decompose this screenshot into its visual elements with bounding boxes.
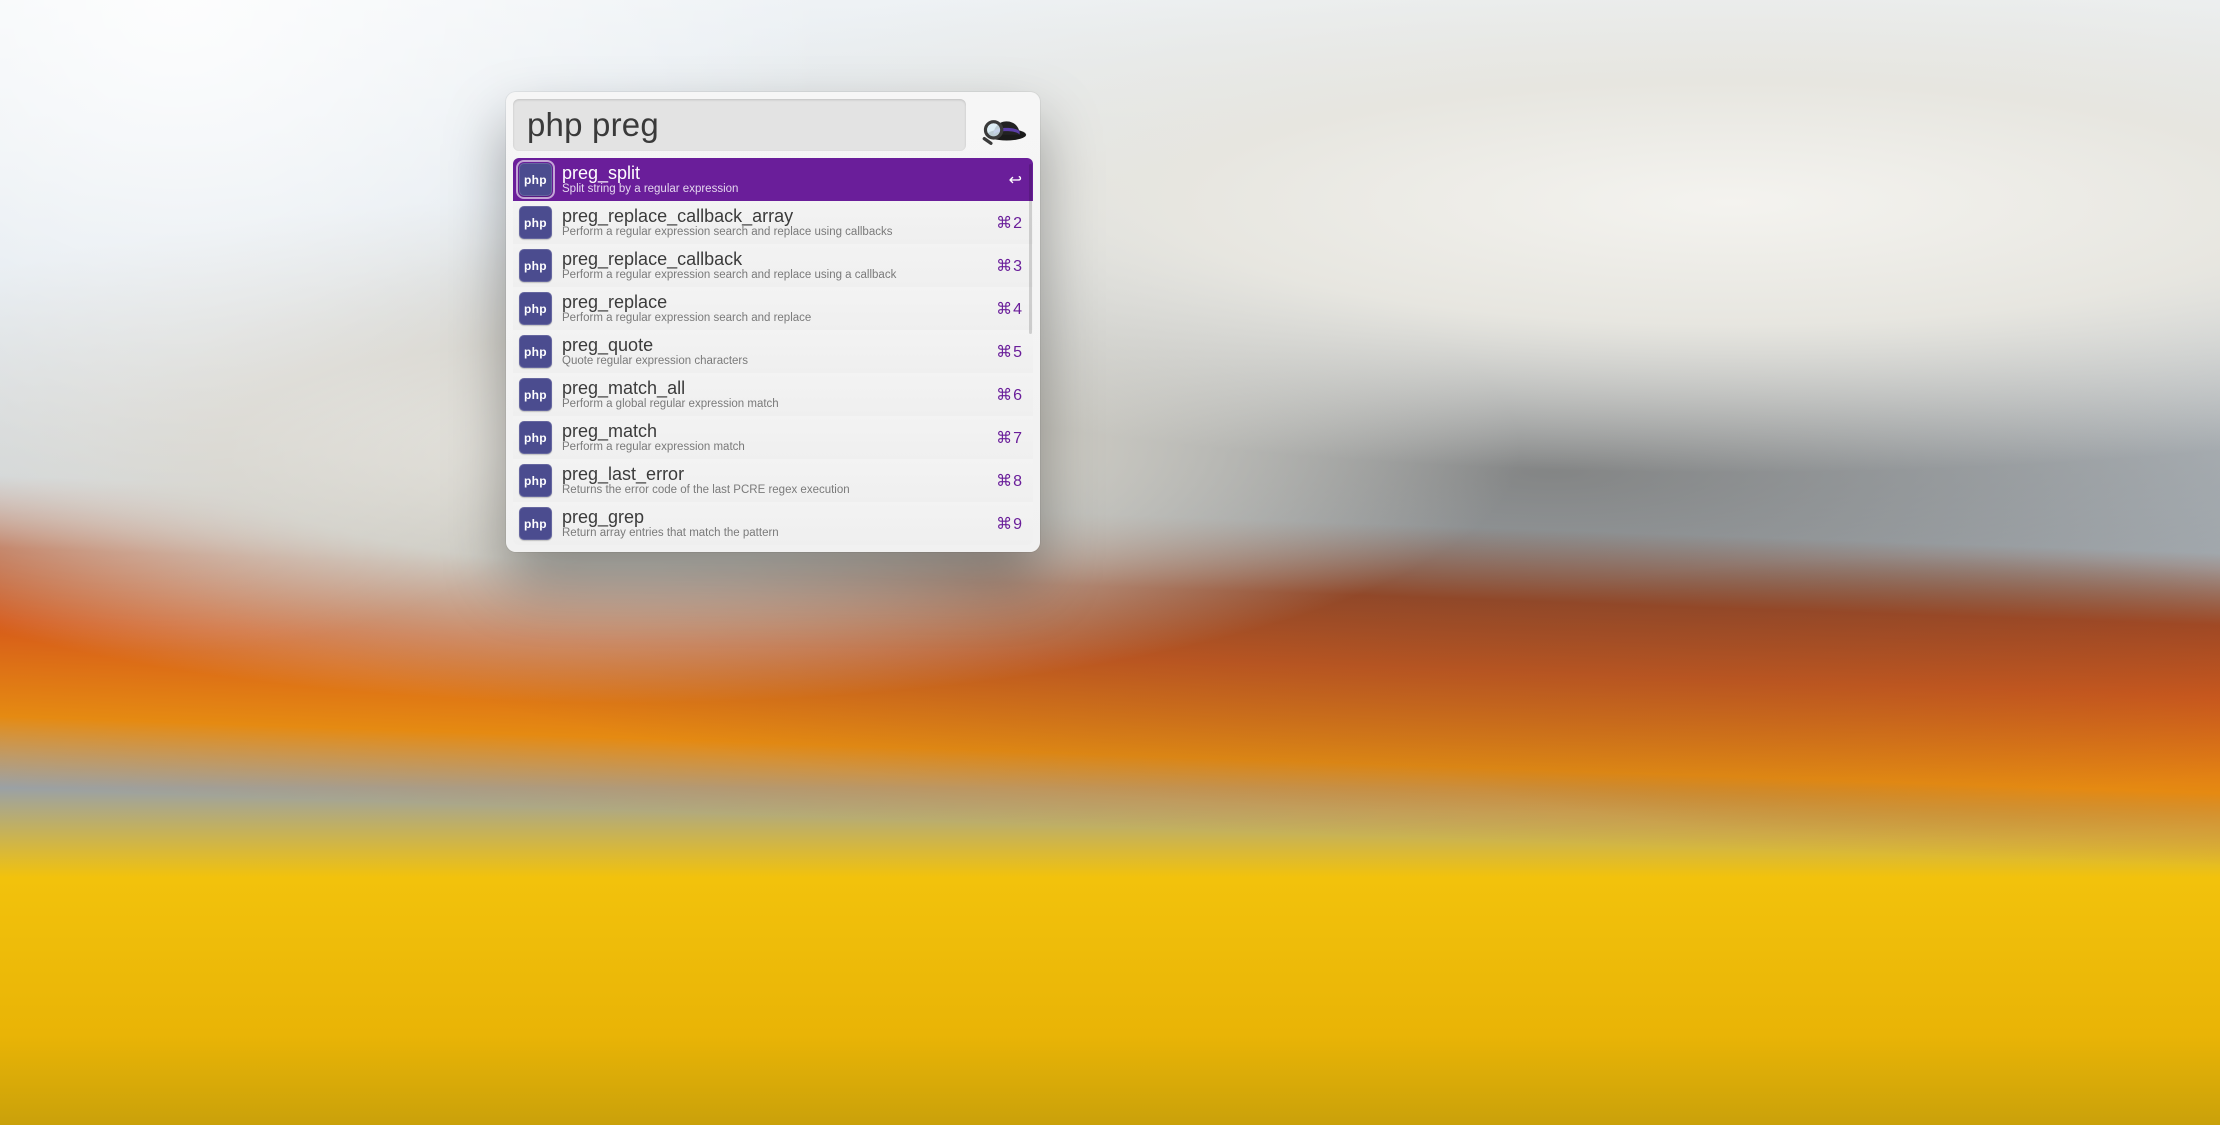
result-title: preg_split xyxy=(562,163,993,183)
result-text: preg_splitSplit string by a regular expr… xyxy=(562,163,993,196)
php-icon-label: php xyxy=(524,345,547,359)
app-logo-icon xyxy=(976,99,1033,151)
result-text: preg_matchPerform a regular expression m… xyxy=(562,421,980,454)
result-row[interactable]: php preg_last_errorReturns the error code… xyxy=(513,459,1033,502)
result-subtitle: Perform a regular expression search and … xyxy=(562,269,980,282)
result-row[interactable]: php preg_replacePerform a regular express… xyxy=(513,287,1033,330)
php-icon: php xyxy=(519,335,552,368)
result-text: preg_grepReturn array entries that match… xyxy=(562,507,980,540)
result-shortcut: ⌘5 xyxy=(996,342,1023,362)
search-row xyxy=(513,99,1033,151)
result-shortcut: ⌘9 xyxy=(996,514,1023,534)
result-row[interactable]: php preg_splitSplit string by a regular e… xyxy=(513,158,1033,201)
result-text: preg_match_allPerform a global regular e… xyxy=(562,378,980,411)
php-icon: php xyxy=(519,464,552,497)
php-icon: php xyxy=(519,249,552,282)
result-title: preg_replace_callback_array xyxy=(562,206,980,226)
result-subtitle: Perform a global regular expression matc… xyxy=(562,398,980,411)
result-row[interactable]: php preg_quoteQuote regular expression ch… xyxy=(513,330,1033,373)
result-shortcut: ⌘2 xyxy=(996,213,1023,233)
search-input[interactable] xyxy=(513,99,966,151)
result-shortcut: ⌘3 xyxy=(996,256,1023,276)
desktop-wallpaper xyxy=(0,0,2220,1125)
results-list: php preg_splitSplit string by a regular e… xyxy=(513,158,1033,545)
result-title: preg_match xyxy=(562,421,980,441)
result-row[interactable]: php preg_matchPerform a regular expressio… xyxy=(513,416,1033,459)
result-shortcut: ⌘4 xyxy=(996,299,1023,319)
php-icon-label: php xyxy=(524,517,547,531)
result-subtitle: Quote regular expression characters xyxy=(562,355,980,368)
result-text: preg_last_errorReturns the error code of… xyxy=(562,464,980,497)
result-text: preg_replacePerform a regular expression… xyxy=(562,292,980,325)
result-row[interactable]: php preg_grepReturn array entries that ma… xyxy=(513,502,1033,545)
result-shortcut: ⌘8 xyxy=(996,471,1023,491)
result-title: preg_match_all xyxy=(562,378,980,398)
result-row[interactable]: php preg_replace_callback_arrayPerform a … xyxy=(513,201,1033,244)
result-row[interactable]: php preg_replace_callbackPerform a regula… xyxy=(513,244,1033,287)
php-icon-label: php xyxy=(524,259,547,273)
result-title: preg_replace_callback xyxy=(562,249,980,269)
result-subtitle: Return array entries that match the patt… xyxy=(562,527,980,540)
result-subtitle: Perform a regular expression search and … xyxy=(562,226,980,239)
php-icon: php xyxy=(519,292,552,325)
php-icon-label: php xyxy=(524,216,547,230)
result-text: preg_replace_callbackPerform a regular e… xyxy=(562,249,980,282)
launcher-window: php preg_splitSplit string by a regular e… xyxy=(506,92,1040,552)
php-icon: php xyxy=(519,206,552,239)
result-subtitle: Perform a regular expression match xyxy=(562,441,980,454)
result-shortcut: ⌘6 xyxy=(996,385,1023,405)
php-icon-label: php xyxy=(524,431,547,445)
php-icon-label: php xyxy=(524,474,547,488)
php-icon-label: php xyxy=(524,388,547,402)
php-icon: php xyxy=(519,378,552,411)
result-title: preg_last_error xyxy=(562,464,980,484)
result-subtitle: Perform a regular expression search and … xyxy=(562,312,980,325)
php-icon-label: php xyxy=(524,302,547,316)
result-text: preg_quoteQuote regular expression chara… xyxy=(562,335,980,368)
result-text: preg_replace_callback_arrayPerform a reg… xyxy=(562,206,980,239)
php-icon: php xyxy=(519,507,552,540)
result-row[interactable]: php preg_match_allPerform a global regula… xyxy=(513,373,1033,416)
result-subtitle: Split string by a regular expression xyxy=(562,183,993,196)
php-icon-label: php xyxy=(524,173,547,187)
result-title: preg_grep xyxy=(562,507,980,527)
php-icon: php xyxy=(519,163,552,196)
result-title: preg_quote xyxy=(562,335,980,355)
result-subtitle: Returns the error code of the last PCRE … xyxy=(562,484,980,497)
result-title: preg_replace xyxy=(562,292,980,312)
result-shortcut: ↩ xyxy=(1009,170,1023,190)
result-shortcut: ⌘7 xyxy=(996,428,1023,448)
php-icon: php xyxy=(519,421,552,454)
